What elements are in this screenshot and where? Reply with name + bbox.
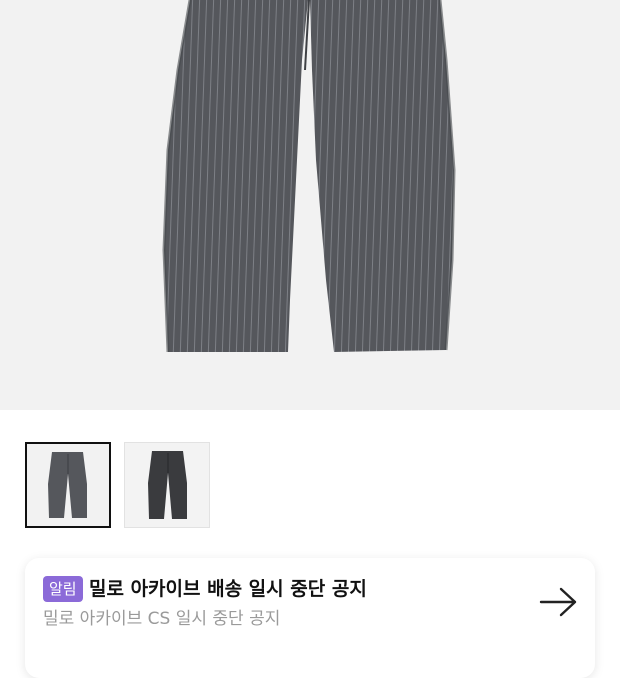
notice-title: 밀로 아카이브 배송 일시 중단 공지 [89, 578, 367, 600]
thumbnail-charcoal[interactable] [124, 442, 210, 528]
thumbnail-list [25, 442, 210, 528]
thumbnail-pants-charcoal-icon [148, 451, 187, 519]
product-main-image[interactable] [0, 0, 620, 410]
arrow-right-icon[interactable] [539, 586, 579, 618]
thumbnail-gray-pinstripe[interactable] [25, 442, 111, 528]
notice-subtitle: 밀로 아카이브 CS 일시 중단 공지 [43, 609, 281, 629]
thumbnail-pants-gray-icon [48, 452, 87, 518]
notice-card[interactable]: 알림 밀로 아카이브 배송 일시 중단 공지 밀로 아카이브 CS 일시 중단 … [25, 558, 595, 678]
notice-badge: 알림 [43, 576, 83, 602]
pants-illustration [162, 0, 456, 353]
